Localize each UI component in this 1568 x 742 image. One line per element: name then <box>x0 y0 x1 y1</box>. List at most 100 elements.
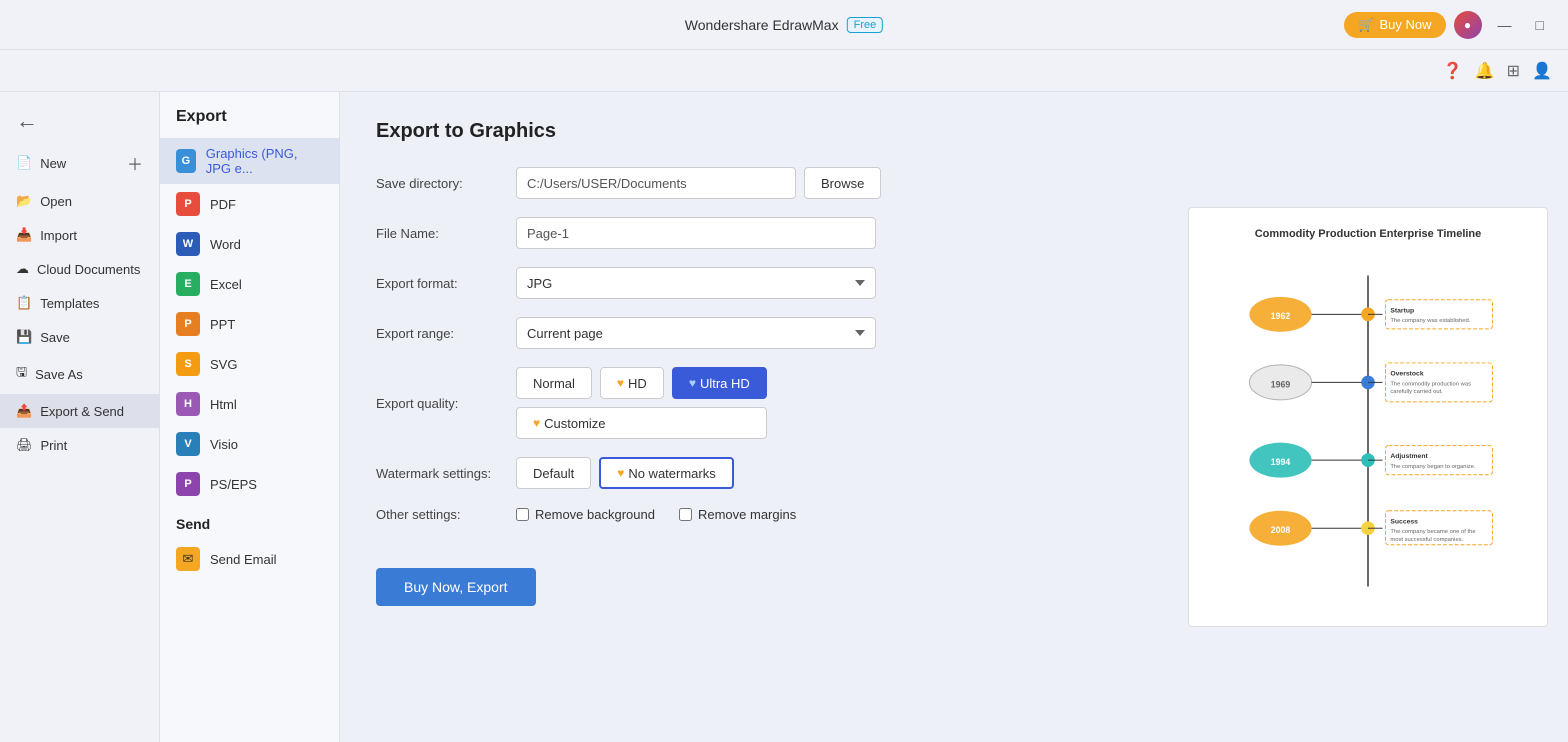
save-directory-row: Save directory: Browse <box>376 167 1132 199</box>
format-item-pdf[interactable]: P PDF <box>160 184 339 224</box>
sidebar-item-print[interactable]: 🖨 Print <box>0 428 159 462</box>
saveas-icon: 🖫 <box>16 363 27 385</box>
send-title: Send <box>176 516 323 532</box>
pseps-format-icon: P <box>176 472 200 496</box>
notification-icon[interactable]: 🔔 <box>1475 61 1495 81</box>
titlebar: Wondershare EdrawMax Free 🛒 Buy Now ● — … <box>0 0 1568 50</box>
plus-icon: ＋ <box>127 151 143 175</box>
watermark-buttons: Default ♥ No watermarks <box>516 457 734 489</box>
format-item-visio[interactable]: V Visio <box>160 424 339 464</box>
watermark-none-button[interactable]: ♥ No watermarks <box>599 457 734 489</box>
svg-text:1962: 1962 <box>1271 311 1291 321</box>
content-area: Export to Graphics Save directory: Brows… <box>340 92 1168 742</box>
svg-text:most successful companies.: most successful companies. <box>1390 537 1463 543</box>
svg-text:Overstock: Overstock <box>1390 371 1423 378</box>
back-button[interactable]: ← <box>0 100 159 142</box>
format-item-excel[interactable]: E Excel <box>160 264 339 304</box>
excel-format-icon: E <box>176 272 200 296</box>
format-item-png[interactable]: G Graphics (PNG, JPG e... <box>160 138 339 184</box>
file-name-input[interactable] <box>516 217 876 249</box>
buy-now-button[interactable]: 🛒 Buy Now <box>1344 12 1445 38</box>
send-email-item[interactable]: ✉ Send Email <box>176 540 323 578</box>
export-format-label: Export format: <box>376 276 516 291</box>
sidebar-item-open[interactable]: 📂 Open <box>0 184 159 218</box>
export-range-label: Export range: <box>376 326 516 341</box>
sidebar-item-saveas[interactable]: 🖫 Save As <box>0 354 159 394</box>
titlebar-center: Wondershare EdrawMax Free <box>685 17 883 33</box>
sidebar-item-new[interactable]: 📄 New ＋ <box>0 142 159 184</box>
svg-format-icon: S <box>176 352 200 376</box>
svg-text:1994: 1994 <box>1271 457 1291 467</box>
toolbar-row: ❓ 🔔 ⊞ 👤 <box>0 50 1568 92</box>
sidebar-item-import[interactable]: 📥 Import <box>0 218 159 252</box>
remove-margins-label[interactable]: Remove margins <box>679 507 796 522</box>
email-icon: ✉ <box>176 547 200 571</box>
format-item-word[interactable]: W Word <box>160 224 339 264</box>
save-directory-label: Save directory: <box>376 176 516 191</box>
open-icon: 📂 <box>16 193 32 209</box>
watermark-default-button[interactable]: Default <box>516 457 591 489</box>
html-format-icon: H <box>176 392 200 416</box>
user-settings-icon[interactable]: 👤 <box>1532 61 1552 81</box>
quality-hd-button[interactable]: ♥ HD <box>600 367 664 399</box>
send-section: Send ✉ Send Email <box>160 516 339 578</box>
app-title: Wondershare EdrawMax <box>685 17 839 33</box>
save-directory-input[interactable] <box>516 167 796 199</box>
sidebar-item-save[interactable]: 💾 Save <box>0 320 159 354</box>
export-button[interactable]: Buy Now, Export <box>376 568 536 606</box>
customize-heart-icon: ♥ <box>533 416 540 430</box>
print-icon: 🖨 <box>16 437 33 453</box>
export-quality-label: Export quality: <box>376 396 516 411</box>
png-format-icon: G <box>176 149 196 173</box>
format-item-html[interactable]: H Html <box>160 384 339 424</box>
other-settings-label: Other settings: <box>376 507 516 522</box>
maximize-button[interactable]: □ <box>1528 13 1552 37</box>
watermark-row: Watermark settings: Default ♥ No waterma… <box>376 457 1132 489</box>
format-item-ppt[interactable]: P PPT <box>160 304 339 344</box>
templates-icon: 📋 <box>16 295 32 311</box>
import-icon: 📥 <box>16 227 32 243</box>
preview-card: Commodity Production Enterprise Timeline… <box>1188 207 1548 627</box>
avatar[interactable]: ● <box>1454 11 1482 39</box>
quality-normal-button[interactable]: Normal <box>516 367 592 399</box>
remove-background-checkbox[interactable] <box>516 508 529 521</box>
svg-text:Success: Success <box>1390 518 1418 525</box>
left-sidebar: ← 📄 New ＋ 📂 Open 📥 Import ☁ Cloud Docume… <box>0 92 160 742</box>
quality-ultrahd-button[interactable]: ♥ Ultra HD <box>672 367 767 399</box>
titlebar-right: 🛒 Buy Now ● — □ <box>1344 11 1552 39</box>
svg-text:1969: 1969 <box>1271 379 1291 389</box>
remove-background-label[interactable]: Remove background <box>516 507 655 522</box>
quality-buttons-row: Normal ♥ HD ♥ Ultra HD <box>516 367 767 399</box>
sidebar-item-export[interactable]: 📤 Export & Send <box>0 394 159 428</box>
cloud-icon: ☁ <box>16 261 29 277</box>
file-name-label: File Name: <box>376 226 516 241</box>
export-panel-title: Export <box>160 108 339 138</box>
customize-button[interactable]: ♥ Customize <box>516 407 767 439</box>
sidebar-item-cloud[interactable]: ☁ Cloud Documents <box>0 252 159 286</box>
export-range-select[interactable]: Current page All pages Selected objects <box>516 317 876 349</box>
svg-text:Startup: Startup <box>1390 307 1414 314</box>
export-format-row: Export format: JPG PNG BMP GIF TIFF <box>376 267 1132 299</box>
export-format-select[interactable]: JPG PNG BMP GIF TIFF <box>516 267 876 299</box>
help-icon[interactable]: ❓ <box>1443 61 1463 81</box>
browse-button[interactable]: Browse <box>804 167 881 199</box>
word-format-icon: W <box>176 232 200 256</box>
app-badge: Free <box>847 17 884 33</box>
export-icon: 📤 <box>16 403 32 419</box>
format-item-svg[interactable]: S SVG <box>160 344 339 384</box>
svg-text:The commodity production was: The commodity production was <box>1390 381 1471 387</box>
watermark-label: Watermark settings: <box>376 466 516 481</box>
visio-format-icon: V <box>176 432 200 456</box>
layout-icon[interactable]: ⊞ <box>1507 61 1520 81</box>
svg-text:carefully carried out.: carefully carried out. <box>1390 389 1443 395</box>
preview-title: Commodity Production Enterprise Timeline <box>1255 228 1482 240</box>
minimize-button[interactable]: — <box>1490 13 1520 37</box>
export-panel: Export G Graphics (PNG, JPG e... P PDF W… <box>160 92 340 742</box>
export-range-row: Export range: Current page All pages Sel… <box>376 317 1132 349</box>
sidebar-item-templates[interactable]: 📋 Templates <box>0 286 159 320</box>
format-item-pseps[interactable]: P PS/EPS <box>160 464 339 504</box>
remove-margins-checkbox[interactable] <box>679 508 692 521</box>
ppt-format-icon: P <box>176 312 200 336</box>
new-icon: 📄 <box>16 155 32 171</box>
ultrahd-heart-icon: ♥ <box>689 376 696 390</box>
